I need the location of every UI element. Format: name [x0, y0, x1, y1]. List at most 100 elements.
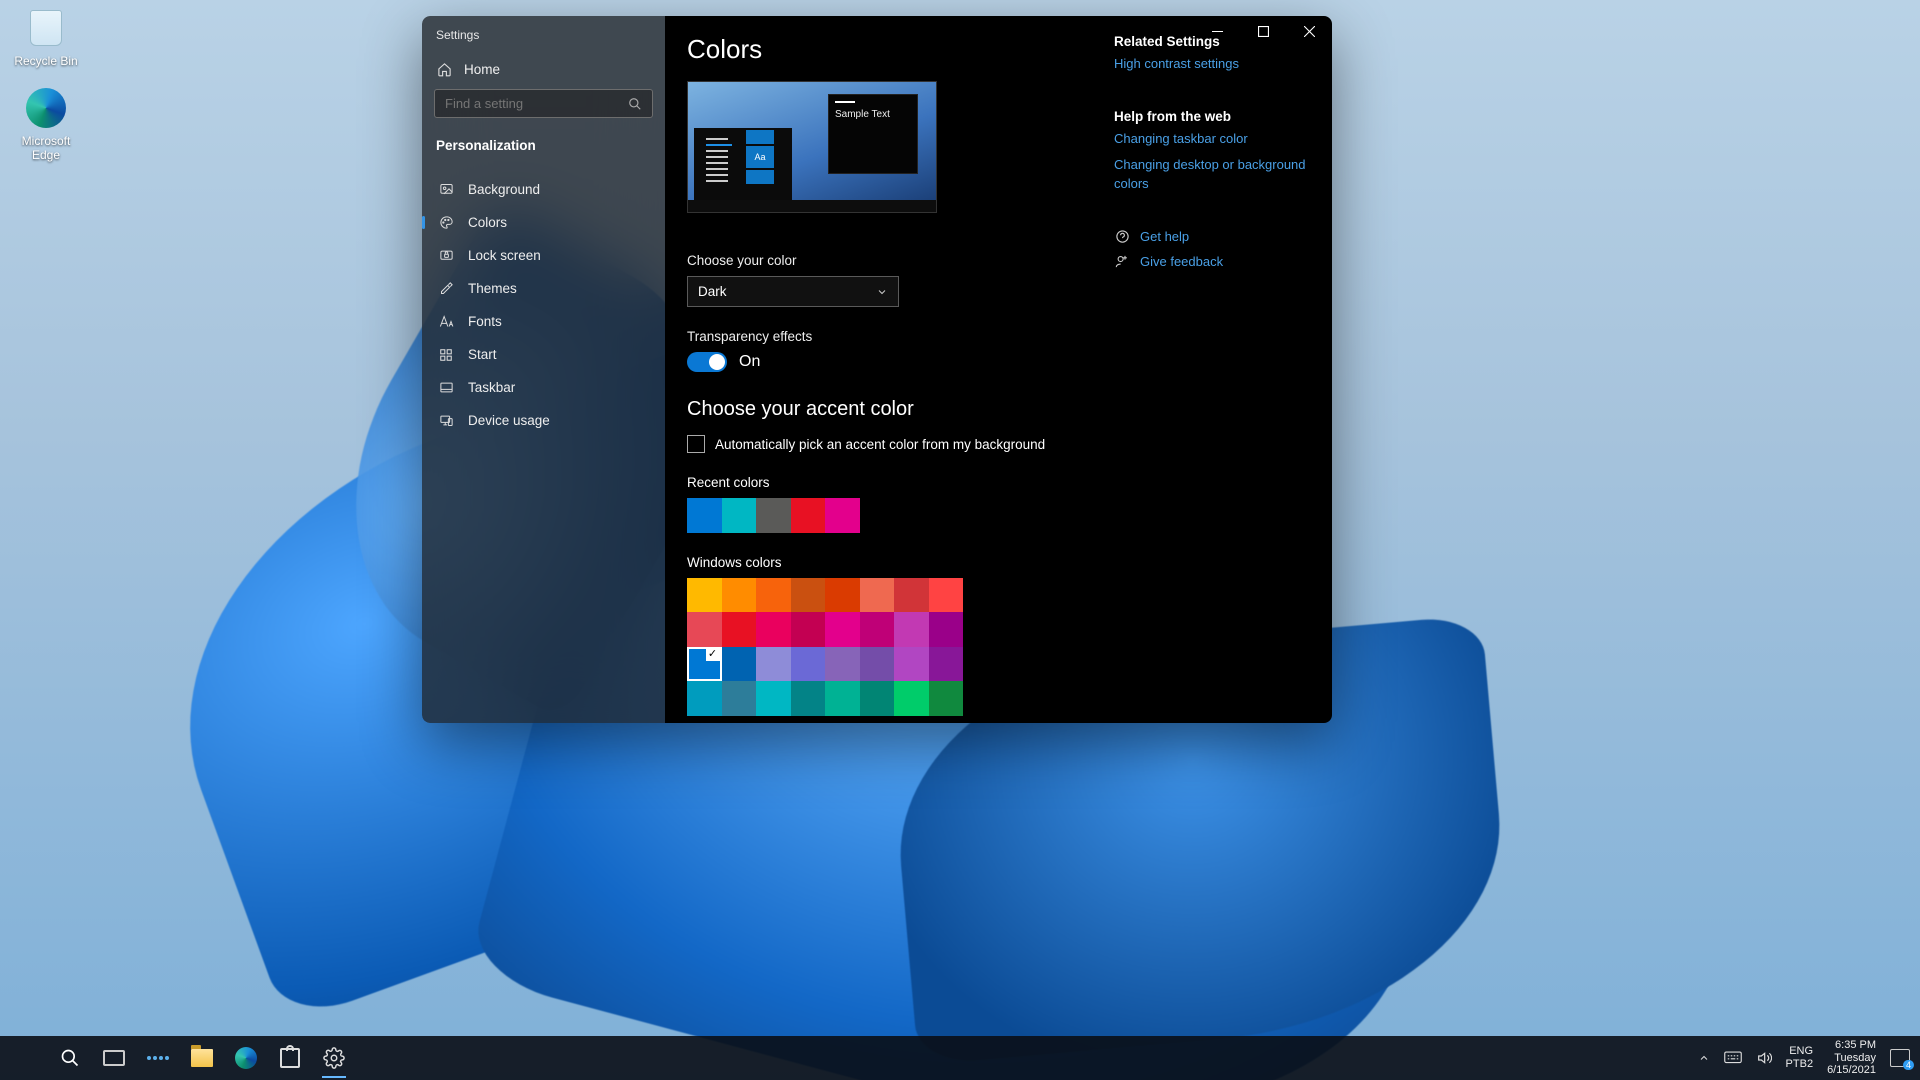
- help-web-head: Help from the web: [1114, 109, 1310, 124]
- taskbar-start[interactable]: [4, 1037, 48, 1079]
- sidebar-item-background[interactable]: Background: [422, 173, 665, 206]
- tray-keyboard-icon[interactable]: [1724, 1051, 1742, 1065]
- link-give-feedback[interactable]: Give feedback: [1114, 254, 1310, 269]
- windows-color-swatch[interactable]: [825, 612, 860, 647]
- get-help-label: Get help: [1140, 229, 1189, 244]
- sidebar-home-label: Home: [464, 62, 500, 77]
- accent-color-head: Choose your accent color: [687, 398, 1096, 421]
- sidebar-item-colors[interactable]: Colors: [422, 206, 665, 239]
- link-get-help[interactable]: Get help: [1114, 229, 1310, 244]
- windows-color-swatch[interactable]: [894, 578, 929, 613]
- help-link-1[interactable]: Changing desktop or background colors: [1114, 156, 1310, 192]
- recent-color-swatch[interactable]: [756, 498, 791, 533]
- taskbar-settings[interactable]: [312, 1037, 356, 1079]
- desktop-icon-recycle-bin[interactable]: Recycle Bin: [6, 6, 86, 68]
- windows-color-swatch[interactable]: [756, 681, 791, 716]
- tray-language[interactable]: ENG PTB2: [1786, 1045, 1814, 1070]
- recent-color-swatch[interactable]: [722, 498, 757, 533]
- windows-color-swatch[interactable]: [825, 647, 860, 682]
- choose-color-label: Choose your color: [687, 253, 1096, 268]
- desktop-icon-label: Recycle Bin: [6, 54, 86, 68]
- tray-time: 6:35 PM: [1827, 1039, 1876, 1052]
- home-icon: [436, 62, 452, 77]
- link-high-contrast[interactable]: High contrast settings: [1114, 55, 1310, 73]
- settings-window: Settings Home Personalization Background…: [422, 16, 1332, 723]
- windows-color-swatch[interactable]: [791, 647, 826, 682]
- sidebar-item-device-usage[interactable]: Device usage: [422, 404, 665, 437]
- tray-volume-icon[interactable]: [1756, 1050, 1772, 1066]
- search-input[interactable]: [445, 96, 615, 111]
- windows-color-swatch[interactable]: [687, 578, 722, 613]
- windows-color-swatch[interactable]: [929, 647, 964, 682]
- taskbar-explorer[interactable]: [180, 1037, 224, 1079]
- edge-icon: [24, 86, 68, 130]
- sidebar-item-lock-screen[interactable]: Lock screen: [422, 239, 665, 272]
- windows-color-swatch[interactable]: [860, 647, 895, 682]
- windows-color-swatch[interactable]: [722, 681, 757, 716]
- windows-color-swatch[interactable]: [722, 578, 757, 613]
- search-input-wrap[interactable]: [434, 89, 653, 118]
- recent-color-swatch[interactable]: [791, 498, 826, 533]
- sidebar-home[interactable]: Home: [422, 52, 665, 87]
- close-button[interactable]: [1286, 16, 1332, 46]
- windows-color-swatch[interactable]: [860, 681, 895, 716]
- windows-color-swatch[interactable]: [791, 612, 826, 647]
- sidebar-item-fonts[interactable]: Fonts: [422, 305, 665, 338]
- windows-color-swatch[interactable]: [722, 647, 757, 682]
- windows-color-swatch[interactable]: [825, 578, 860, 613]
- desktop-icon-edge[interactable]: Microsoft Edge: [6, 86, 86, 162]
- window-controls: [1194, 16, 1332, 46]
- windows-color-swatch[interactable]: [756, 647, 791, 682]
- windows-color-swatch[interactable]: [756, 612, 791, 647]
- taskbar-search[interactable]: [48, 1037, 92, 1079]
- sidebar-item-label: Start: [468, 347, 497, 362]
- windows-color-swatch[interactable]: [929, 681, 964, 716]
- windows-color-swatch[interactable]: [687, 681, 722, 716]
- settings-sidebar: Settings Home Personalization Background…: [422, 16, 665, 723]
- window-title: Settings: [422, 24, 665, 52]
- start-icon: [14, 1046, 38, 1070]
- tray-chevron-up-icon[interactable]: [1698, 1052, 1710, 1064]
- windows-color-swatch[interactable]: [894, 612, 929, 647]
- windows-color-swatch[interactable]: [894, 681, 929, 716]
- sidebar-item-label: Colors: [468, 215, 507, 230]
- taskbar-taskview[interactable]: [92, 1037, 136, 1079]
- windows-color-swatch[interactable]: [722, 612, 757, 647]
- sidebar-item-label: Taskbar: [468, 380, 515, 395]
- taskbar: ENG PTB2 6:35 PM Tuesday 6/15/2021: [0, 1036, 1920, 1080]
- sidebar-item-taskbar[interactable]: Taskbar: [422, 371, 665, 404]
- sidebar-item-label: Background: [468, 182, 540, 197]
- choose-color-select[interactable]: Dark: [687, 276, 899, 307]
- windows-color-swatch[interactable]: [791, 578, 826, 613]
- help-link-0[interactable]: Changing taskbar color: [1114, 130, 1310, 148]
- windows-color-swatch[interactable]: [894, 647, 929, 682]
- tray-notifications[interactable]: [1890, 1049, 1910, 1067]
- edge-icon: [234, 1046, 258, 1070]
- taskbar-store[interactable]: [268, 1037, 312, 1079]
- taskbar-widgets[interactable]: [136, 1037, 180, 1079]
- tray-clock[interactable]: 6:35 PM Tuesday 6/15/2021: [1827, 1039, 1876, 1077]
- windows-color-swatch[interactable]: [860, 578, 895, 613]
- windows-colors-label: Windows colors: [687, 555, 1096, 570]
- windows-color-swatch[interactable]: [825, 681, 860, 716]
- sidebar-item-start[interactable]: Start: [422, 338, 665, 371]
- recent-color-swatch[interactable]: [825, 498, 860, 533]
- windows-color-swatch[interactable]: [687, 612, 722, 647]
- transparency-toggle[interactable]: [687, 352, 727, 372]
- recent-color-swatch[interactable]: [687, 498, 722, 533]
- sidebar-item-themes[interactable]: Themes: [422, 272, 665, 305]
- minimize-button[interactable]: [1194, 16, 1240, 46]
- page-title: Colors: [687, 34, 1096, 65]
- windows-color-swatch[interactable]: [791, 681, 826, 716]
- auto-pick-checkbox[interactable]: [687, 435, 705, 453]
- windows-color-swatch[interactable]: [860, 612, 895, 647]
- windows-color-swatch[interactable]: [687, 647, 722, 682]
- auto-pick-label: Automatically pick an accent color from …: [715, 437, 1045, 452]
- color-preview: Aa Sample Text: [687, 81, 937, 213]
- windows-color-swatch[interactable]: [929, 612, 964, 647]
- taskbar-edge[interactable]: [224, 1037, 268, 1079]
- image-icon: [438, 182, 454, 197]
- windows-color-swatch[interactable]: [756, 578, 791, 613]
- maximize-button[interactable]: [1240, 16, 1286, 46]
- windows-color-swatch[interactable]: [929, 578, 964, 613]
